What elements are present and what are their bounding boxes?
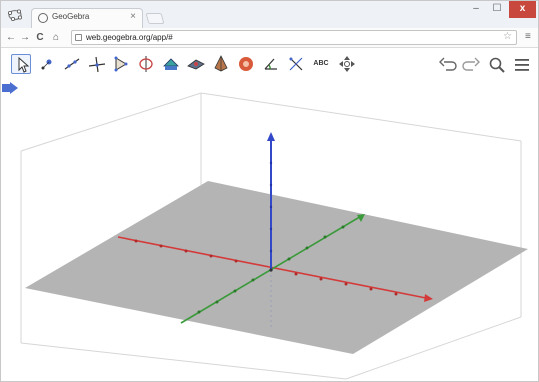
move-tool-button[interactable] bbox=[11, 54, 31, 74]
home-icon[interactable]: ⌂ bbox=[50, 31, 62, 44]
hamburger-menu-icon bbox=[515, 59, 529, 71]
intersect-tool-button[interactable] bbox=[161, 54, 181, 74]
polygon-tool-button[interactable] bbox=[111, 54, 131, 74]
browser-window: GeoGebra × – ☐ x ← → C ⌂ web.geogebra.or… bbox=[0, 0, 539, 382]
xy-plane bbox=[25, 181, 528, 354]
circle-axis-tool-button[interactable] bbox=[136, 54, 156, 74]
cursor-icon bbox=[18, 56, 30, 73]
undo-button[interactable] bbox=[439, 56, 457, 74]
close-window-button[interactable]: x bbox=[509, 1, 536, 18]
browser-menu-icon[interactable]: ≡ bbox=[525, 31, 531, 42]
minimize-button[interactable]: – bbox=[467, 1, 485, 18]
back-icon[interactable]: ← bbox=[5, 31, 17, 44]
search-icon bbox=[489, 57, 505, 73]
perpendicular-line-icon bbox=[88, 56, 106, 73]
text-icon: ABC bbox=[313, 60, 329, 67]
sphere-icon bbox=[239, 57, 253, 71]
line-tool-button[interactable] bbox=[62, 54, 82, 74]
point-tool-button[interactable] bbox=[37, 54, 57, 74]
redo-button[interactable] bbox=[462, 56, 480, 74]
text-tool-button[interactable]: ABC bbox=[311, 54, 331, 74]
undo-icon bbox=[439, 57, 457, 71]
pyramid-icon bbox=[214, 55, 228, 72]
tab-title: GeoGebra bbox=[52, 12, 90, 21]
pyramid-tool-button[interactable] bbox=[211, 54, 231, 74]
style-bar-toggle-icon[interactable] bbox=[1, 81, 19, 95]
tab-close-icon[interactable]: × bbox=[130, 11, 136, 23]
plane-icon bbox=[187, 59, 205, 70]
graphics-3d-canvas[interactable] bbox=[1, 81, 538, 381]
point-icon bbox=[41, 59, 52, 70]
line-icon bbox=[64, 58, 80, 70]
title-bar: GeoGebra × – ☐ x bbox=[1, 1, 538, 28]
perpendicular-tool-button[interactable] bbox=[87, 54, 107, 74]
polygon-icon bbox=[114, 56, 128, 72]
circle-around-axis-icon bbox=[139, 56, 153, 72]
bookmark-star-icon[interactable]: ☆ bbox=[503, 31, 512, 42]
forward-icon[interactable]: → bbox=[19, 31, 31, 44]
rotate-view-tool-button[interactable] bbox=[337, 54, 357, 74]
reload-icon[interactable]: C bbox=[34, 31, 46, 44]
intersect-icon bbox=[163, 58, 179, 70]
new-tab-button[interactable] bbox=[145, 13, 165, 24]
search-button[interactable] bbox=[488, 56, 506, 74]
main-menu-button[interactable] bbox=[513, 56, 531, 74]
angle-tool-button[interactable] bbox=[261, 54, 281, 74]
rotate-view-icon bbox=[339, 56, 355, 72]
navigation-bar: ← → C ⌂ web.geogebra.org/app/# ☆ ≡ bbox=[1, 28, 538, 48]
sphere-tool-button[interactable] bbox=[236, 54, 256, 74]
reflect-tool-button[interactable] bbox=[286, 54, 306, 74]
page-info-icon[interactable] bbox=[75, 34, 82, 41]
angle-icon bbox=[264, 58, 277, 70]
redo-icon bbox=[462, 57, 480, 71]
browser-tab[interactable]: GeoGebra × bbox=[31, 8, 143, 28]
geogebra-toolbar: ABC bbox=[1, 49, 538, 81]
tab-favicon-icon bbox=[38, 13, 48, 23]
reflect-icon bbox=[289, 57, 303, 71]
plane-tool-button[interactable] bbox=[186, 54, 206, 74]
geogebra-app-icon bbox=[7, 9, 22, 21]
maximize-button[interactable]: ☐ bbox=[488, 1, 506, 18]
address-bar[interactable]: web.geogebra.org/app/# ☆ bbox=[71, 30, 517, 45]
origin-point bbox=[269, 268, 273, 272]
graphics-3d-view[interactable] bbox=[1, 81, 538, 381]
url-text: web.geogebra.org/app/# bbox=[86, 33, 173, 42]
